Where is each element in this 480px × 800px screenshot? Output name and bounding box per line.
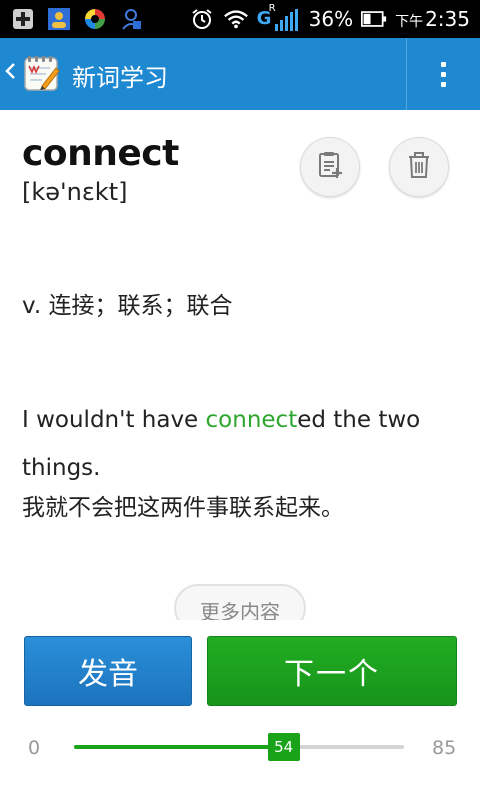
progress-thumb[interactable]: 54 — [267, 733, 300, 761]
notification-icons — [10, 6, 144, 32]
example-highlight: connect — [205, 407, 298, 433]
progress-min-label: 0 — [28, 737, 41, 759]
plus-square-icon — [10, 6, 36, 32]
alarm-clock-icon — [189, 6, 215, 32]
example-text-before: I wouldn't have — [22, 407, 206, 433]
progress-slider[interactable]: 54 — [74, 733, 404, 761]
clock: 下午 2:35 — [395, 7, 470, 31]
chevron-left-icon — [4, 61, 18, 87]
system-status: G R 36% 下午 2:35 — [189, 3, 470, 34]
next-word-button[interactable]: 下一个 — [207, 636, 457, 706]
example-sentence: I wouldn't have connected the two things… — [22, 396, 462, 492]
word-phonetic: [kə'nɛkt] — [22, 178, 128, 206]
wifi-icon — [223, 6, 249, 32]
status-bar: G R 36% 下午 2:35 — [0, 0, 480, 38]
note-add-icon — [315, 150, 345, 184]
sync-app-icon — [82, 6, 108, 32]
overflow-menu-icon-dot — [441, 71, 446, 77]
signal-icon: G R — [257, 3, 301, 33]
battery-percent: 36% — [308, 7, 354, 31]
battery-icon — [361, 6, 387, 32]
page-title: 新词学习 — [72, 64, 168, 92]
progress-max-label: 85 — [432, 737, 457, 759]
overflow-menu-icon-dot — [441, 81, 446, 87]
app-logo-icon — [22, 54, 62, 94]
trash-icon — [405, 150, 433, 184]
app-bar: 新词学习 — [0, 38, 480, 110]
back-button[interactable] — [4, 50, 62, 98]
word-text: connect — [22, 133, 179, 174]
clock-ampm: 下午 — [395, 14, 424, 30]
alarm-person-icon — [118, 6, 144, 32]
overflow-menu-icon — [441, 61, 446, 67]
delete-word-button[interactable] — [389, 137, 449, 197]
example-translation: 我就不会把这两件事联系起来。 — [22, 495, 344, 521]
contacts-icon — [46, 6, 72, 32]
clock-time: 2:35 — [425, 7, 470, 31]
progress-fill — [74, 745, 284, 749]
word-definition: v. 连接；联系；联合 — [22, 293, 233, 319]
overflow-menu-button[interactable] — [407, 38, 480, 110]
pronounce-button[interactable]: 发音 — [24, 636, 192, 706]
add-note-button[interactable] — [300, 137, 360, 197]
